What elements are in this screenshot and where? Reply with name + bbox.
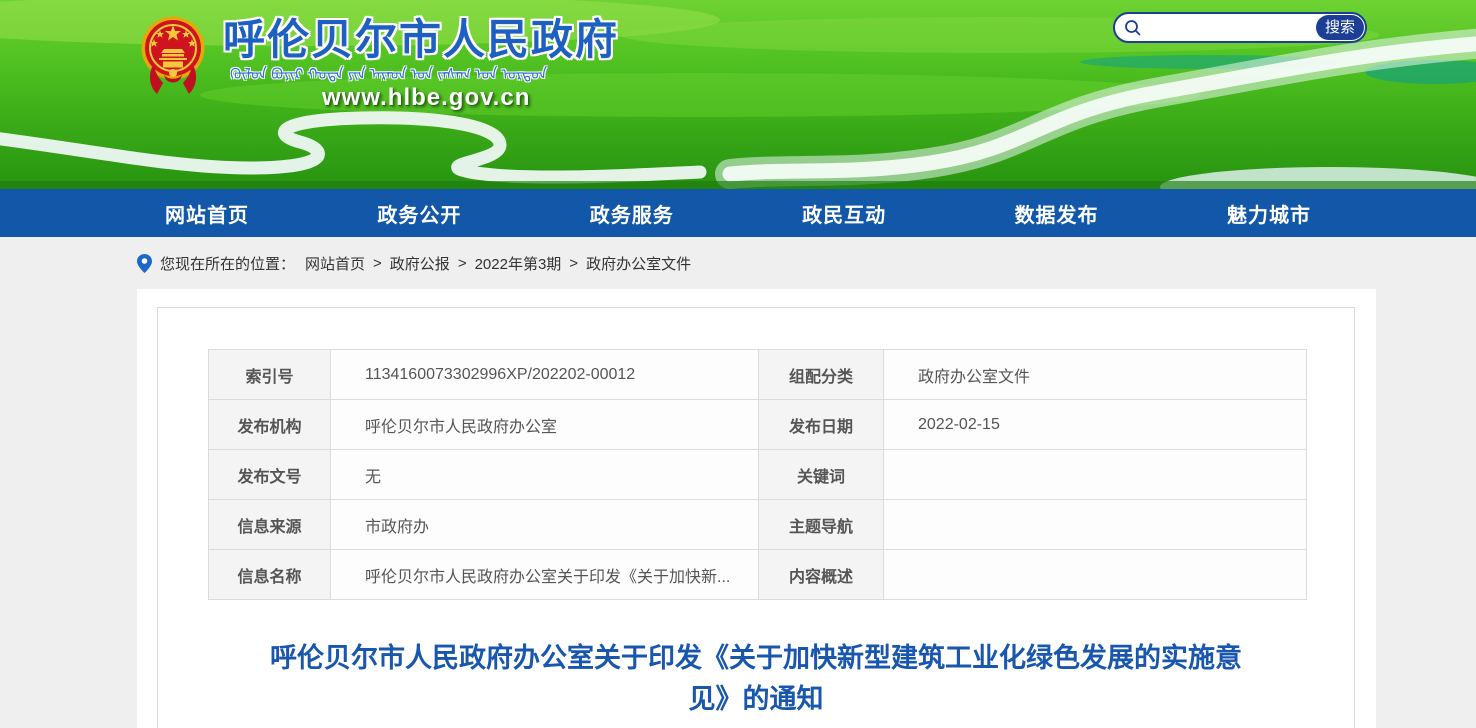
meta-label-keywords: 关键词 xyxy=(759,450,884,500)
nav-item-data[interactable]: 数据发布 xyxy=(1015,199,1099,228)
search-box: 搜索 xyxy=(1113,12,1367,43)
location-pin-icon xyxy=(137,254,152,273)
meta-value-summary xyxy=(884,550,1307,600)
breadcrumb-issue[interactable]: 2022年第3期 xyxy=(475,253,562,274)
content-area: 索引号 1134160073302996XP/202202-00012 组配分类… xyxy=(137,289,1376,728)
document-title: 呼伦贝尔市人民政府办公室关于印发《关于加快新型建筑工业化绿色发展的实施意见》的通… xyxy=(261,638,1251,720)
meta-label-pub-date: 发布日期 xyxy=(759,400,884,450)
breadcrumb-prefix: 您现在所在的位置： xyxy=(160,253,295,274)
table-row: 发布文号 无 关键词 xyxy=(209,450,1307,500)
nav-item-gov-info[interactable]: 政务公开 xyxy=(377,199,461,228)
meta-label-index-no: 索引号 xyxy=(209,350,331,400)
breadcrumb-separator: > xyxy=(373,255,382,272)
meta-label-summary: 内容概述 xyxy=(759,550,884,600)
meta-label-info-name: 信息名称 xyxy=(209,550,331,600)
search-icon xyxy=(1124,19,1142,37)
search-input[interactable] xyxy=(1147,16,1307,39)
site-title-mongolian: ᠬᠥᠯᠥᠨ ᠪᠤᠶᠢᠷ ᠬᠣᠲᠠ ᠶᠢᠨ ᠠᠷᠠᠳ ᠤᠨ ᠵᠠᠰᠠᠭ ᠤᠨ ᠣᠷ… xyxy=(230,58,610,84)
meta-label-publisher: 发布机构 xyxy=(209,400,331,450)
meta-value-doc-no: 无 xyxy=(331,450,759,500)
meta-label-source: 信息来源 xyxy=(209,500,331,550)
document-metadata-table: 索引号 1134160073302996XP/202202-00012 组配分类… xyxy=(208,349,1307,600)
nav-item-gov-service[interactable]: 政务服务 xyxy=(590,199,674,228)
meta-value-index-no: 1134160073302996XP/202202-00012 xyxy=(331,350,759,400)
nav-item-home[interactable]: 网站首页 xyxy=(165,199,249,228)
meta-label-topic-nav: 主题导航 xyxy=(759,500,884,550)
document-panel: 索引号 1134160073302996XP/202202-00012 组配分类… xyxy=(157,307,1355,728)
nav-item-interaction[interactable]: 政民互动 xyxy=(802,199,886,228)
breadcrumb-separator: > xyxy=(569,255,578,272)
nav-item-city[interactable]: 魅力城市 xyxy=(1227,199,1311,228)
table-row: 索引号 1134160073302996XP/202202-00012 组配分类… xyxy=(209,350,1307,400)
meta-label-category: 组配分类 xyxy=(759,350,884,400)
breadcrumb: 您现在所在的位置： 网站首页 > 政府公报 > 2022年第3期 > 政府办公室… xyxy=(0,237,1476,289)
main-nav: 网站首页 政务公开 政务服务 政民互动 数据发布 魅力城市 xyxy=(0,189,1476,237)
table-row: 发布机构 呼伦贝尔市人民政府办公室 发布日期 2022-02-15 xyxy=(209,400,1307,450)
meta-label-doc-no: 发布文号 xyxy=(209,450,331,500)
meta-value-info-name: 呼伦贝尔市人民政府办公室关于印发《关于加快新... xyxy=(331,550,759,600)
site-url: www.hlbe.gov.cn xyxy=(322,84,530,112)
meta-value-keywords xyxy=(884,450,1307,500)
meta-value-source: 市政府办 xyxy=(331,500,759,550)
site-header: 呼伦贝尔市人民政府 ᠬᠥᠯᠥᠨ ᠪᠤᠶᠢᠷ ᠬᠣᠲᠠ ᠶᠢᠨ ᠠᠷᠠᠳ ᠤᠨ ᠵ… xyxy=(0,0,1476,189)
breadcrumb-separator: > xyxy=(458,255,467,272)
national-emblem xyxy=(140,13,206,99)
breadcrumb-category[interactable]: 政府办公室文件 xyxy=(586,253,691,274)
breadcrumb-home[interactable]: 网站首页 xyxy=(305,253,365,274)
meta-value-publisher: 呼伦贝尔市人民政府办公室 xyxy=(331,400,759,450)
meta-value-topic-nav xyxy=(884,500,1307,550)
table-row: 信息来源 市政府办 主题导航 xyxy=(209,500,1307,550)
breadcrumb-gazette[interactable]: 政府公报 xyxy=(390,253,450,274)
search-button[interactable]: 搜索 xyxy=(1316,15,1364,40)
meta-value-pub-date: 2022-02-15 xyxy=(884,400,1307,450)
meta-value-category: 政府办公室文件 xyxy=(884,350,1307,400)
table-row: 信息名称 呼伦贝尔市人民政府办公室关于印发《关于加快新... 内容概述 xyxy=(209,550,1307,600)
